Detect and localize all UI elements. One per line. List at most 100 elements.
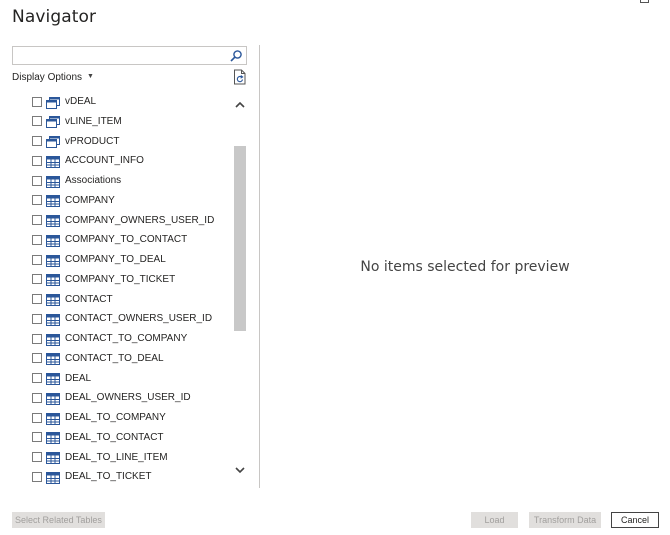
item-checkbox[interactable]: [32, 254, 42, 265]
item-checkbox[interactable]: [32, 215, 42, 225]
item-checkbox[interactable]: [32, 412, 42, 423]
table-icon: [46, 175, 60, 188]
search-input[interactable]: [13, 49, 218, 66]
tree-item-label: COMPANY_TO_DEAL: [65, 254, 166, 265]
tree-item-label: COMPANY: [65, 194, 115, 206]
tree-item-label: DEAL: [65, 372, 92, 384]
scroll-thumb[interactable]: [234, 146, 246, 331]
table-icon: [46, 254, 60, 267]
tree-item[interactable]: DEAL_TO_TICKET: [32, 467, 152, 486]
item-checkbox[interactable]: [32, 432, 42, 443]
item-checkbox[interactable]: [32, 353, 42, 364]
item-checkbox[interactable]: [32, 294, 42, 304]
tree-item-label: DEAL_TO_COMPANY: [65, 412, 166, 423]
item-checkbox[interactable]: [32, 195, 42, 206]
tree-scrollbar[interactable]: [233, 96, 247, 487]
tree-item-label: vDEAL: [65, 96, 97, 107]
tree-item[interactable]: COMPANY: [32, 191, 115, 210]
tree-item-label: ACCOUNT_INFO: [65, 155, 144, 167]
table-icon: [46, 451, 60, 464]
tree-item[interactable]: COMPANY_TO_DEAL: [32, 250, 166, 269]
tree-item[interactable]: DEAL: [32, 369, 91, 388]
tree-item[interactable]: DEAL_TO_CONTACT: [32, 428, 164, 447]
display-options-dropdown[interactable]: Display Options ▼: [12, 72, 94, 83]
window-controls: ✕: [630, 0, 670, 6]
table-icon: [46, 273, 60, 287]
item-checkbox[interactable]: [32, 234, 42, 245]
tree-item-label: vPRODUCT: [65, 135, 120, 147]
item-checkbox[interactable]: [32, 392, 42, 403]
tree-item[interactable]: ACCOUNT_INFO: [32, 151, 144, 170]
table-icon: [46, 194, 60, 208]
tree-item[interactable]: COMPANY_OWNERS_USER_ID: [32, 211, 214, 230]
item-checkbox[interactable]: [32, 471, 42, 482]
close-icon[interactable]: ✕: [656, 0, 665, 3]
navigator-tree[interactable]: vDEAL vLINE_ITEM vPRODUCT ACCOUNT_INFO Assoc…: [0, 91, 234, 487]
view-icon: [46, 96, 60, 109]
table-icon: [46, 333, 60, 346]
tree-item[interactable]: vDEAL: [32, 92, 96, 111]
item-checkbox[interactable]: [32, 116, 42, 127]
tree-item-label: CONTACT_TO_COMPANY: [65, 333, 188, 344]
table-icon: [46, 234, 60, 247]
scroll-down-icon[interactable]: [233, 463, 247, 477]
item-checkbox[interactable]: [32, 136, 42, 146]
table-icon: [46, 313, 60, 326]
refresh-document-icon[interactable]: [233, 69, 247, 85]
table-icon: [46, 392, 60, 405]
search-box[interactable]: [12, 46, 247, 66]
tree-item-label: DEAL_TO_CONTACT: [65, 431, 164, 443]
tree-item[interactable]: CONTACT: [32, 290, 113, 309]
tree-item[interactable]: DEAL_TO_LINE_ITEM: [32, 448, 168, 467]
load-button[interactable]: Load: [471, 512, 518, 528]
tree-item-label: COMPANY_TO_CONTACT: [65, 234, 188, 246]
table-icon: [46, 352, 60, 366]
tree-item-label: DEAL_OWNERS_USER_ID: [65, 392, 191, 404]
table-icon: [46, 293, 60, 306]
view-icon: [46, 135, 60, 148]
item-checkbox[interactable]: [32, 333, 42, 344]
transform-data-button[interactable]: Transform Data: [529, 512, 601, 528]
item-checkbox[interactable]: [32, 274, 42, 285]
item-checkbox[interactable]: [32, 373, 42, 383]
tree-item-label: CONTACT_OWNERS_USER_ID: [65, 313, 213, 325]
preview-empty-message: No items selected for preview: [360, 259, 570, 275]
tree-item-label: COMPANY_OWNERS_USER_ID: [65, 214, 215, 226]
scroll-up-icon[interactable]: [233, 98, 247, 112]
tree-item[interactable]: vPRODUCT: [32, 132, 119, 151]
tree-item[interactable]: COMPANY_TO_CONTACT: [32, 230, 187, 249]
tree-item[interactable]: DEAL_OWNERS_USER_ID: [32, 388, 191, 407]
table-icon: [46, 372, 60, 385]
item-checkbox[interactable]: [32, 175, 42, 186]
table-icon: [46, 155, 60, 168]
item-checkbox[interactable]: [32, 96, 42, 107]
tree-item-label: DEAL_TO_TICKET: [65, 471, 152, 483]
display-options-label: Display Options: [12, 72, 83, 83]
view-icon: [46, 115, 60, 129]
tree-item[interactable]: CONTACT_OWNERS_USER_ID: [32, 309, 212, 328]
cancel-button[interactable]: Cancel: [611, 512, 659, 528]
tree-item[interactable]: CONTACT_TO_DEAL: [32, 349, 164, 368]
table-icon: [46, 412, 60, 425]
table-icon: [46, 214, 60, 227]
item-checkbox[interactable]: [32, 452, 42, 462]
table-icon: [46, 431, 60, 445]
tree-item-label: DEAL_TO_LINE_ITEM: [65, 451, 168, 463]
tree-item-label: vLINE_ITEM: [65, 115, 122, 127]
tree-item[interactable]: CONTACT_TO_COMPANY: [32, 329, 187, 348]
tree-item-label: CONTACT: [65, 293, 113, 305]
item-checkbox[interactable]: [32, 155, 42, 166]
tree-item[interactable]: vLINE_ITEM: [32, 112, 122, 131]
tree-item[interactable]: Associations: [32, 171, 121, 190]
caret-down-icon: ▼: [87, 73, 94, 80]
search-icon[interactable]: [229, 49, 243, 63]
maximize-icon[interactable]: [640, 0, 649, 3]
tree-item[interactable]: COMPANY_TO_TICKET: [32, 270, 175, 289]
dialog-title: Navigator: [12, 7, 97, 27]
tree-item-label: Associations: [65, 175, 122, 186]
tree-item-label: CONTACT_TO_DEAL: [65, 352, 164, 364]
select-related-tables-button[interactable]: Select Related Tables: [12, 512, 105, 528]
tree-item-label: COMPANY_TO_TICKET: [65, 273, 176, 285]
tree-item[interactable]: DEAL_TO_COMPANY: [32, 408, 166, 427]
item-checkbox[interactable]: [32, 313, 42, 324]
